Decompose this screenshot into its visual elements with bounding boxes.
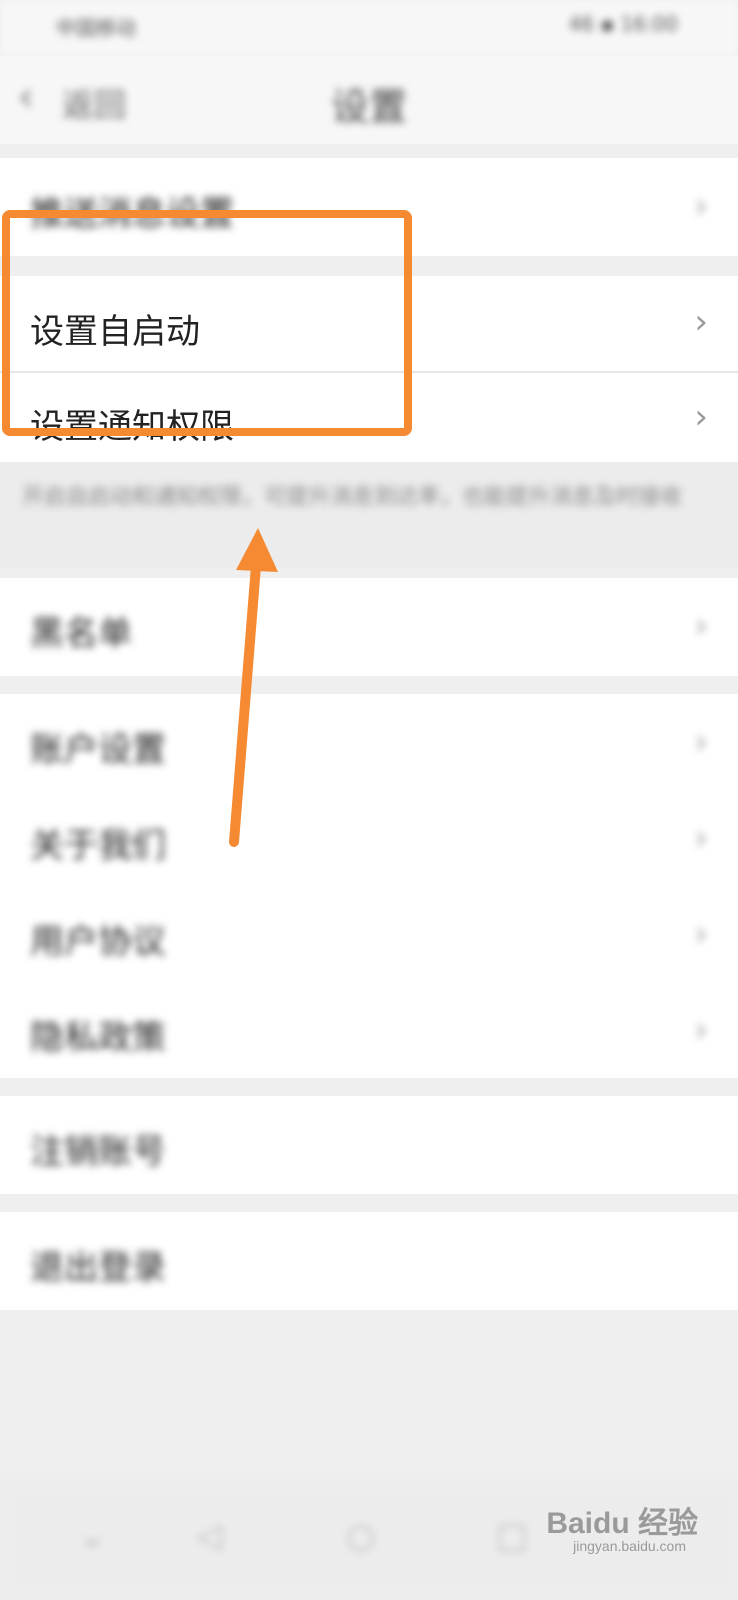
home-icon[interactable]: ○ (346, 1516, 376, 1556)
arrow-annotation (229, 528, 278, 847)
back-icon[interactable]: ◁ (196, 1516, 222, 1556)
baidu-watermark-logo: Baidu 经验 (546, 1507, 698, 1540)
arrow-head (236, 528, 278, 572)
recents-icon[interactable]: □ (496, 1516, 528, 1556)
baidu-watermark-url: jingyan.baidu.com (573, 1538, 686, 1554)
arrow-shaft (229, 561, 261, 847)
chevron-down-icon[interactable]: ⌄ (78, 1516, 107, 1556)
